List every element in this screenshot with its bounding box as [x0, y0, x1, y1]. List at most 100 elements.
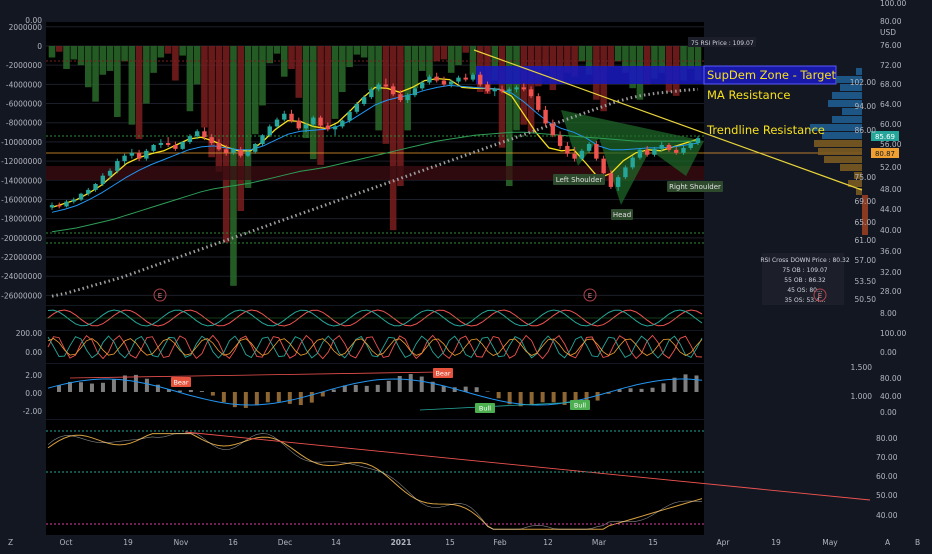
volume-axis-label: -24000000	[1, 272, 42, 281]
bottom-letter-left: Z	[8, 538, 13, 547]
head-label: Head	[613, 211, 631, 219]
volume-bar	[433, 45, 440, 62]
candle-body	[449, 81, 454, 85]
x-tick-label: 14	[331, 538, 341, 547]
volume-bar	[360, 45, 368, 58]
volume-bar	[55, 45, 63, 52]
candle-body	[536, 96, 541, 110]
candle-body	[695, 138, 701, 144]
candle-body	[274, 119, 280, 127]
candle-body	[514, 87, 519, 90]
price-axis-label: 52.00	[880, 163, 902, 172]
volume-axis-label: -2000000	[6, 61, 42, 70]
volume-bar	[397, 45, 404, 187]
candle-body	[296, 120, 301, 129]
x-tick-label: 12	[543, 538, 553, 547]
candle-body	[231, 149, 236, 153]
volume-bar	[447, 45, 455, 73]
pane3-hist-bar	[485, 391, 490, 392]
volume-axis-label: -6000000	[6, 100, 42, 109]
candle-body	[419, 82, 425, 89]
candle-body	[216, 143, 222, 150]
volume-bar	[150, 45, 157, 73]
pane3-hist-bar	[375, 384, 380, 392]
pane3-hist-bar	[243, 392, 248, 408]
pane3-hist-bar	[474, 387, 479, 392]
pane4-axis-label: 60.00	[876, 472, 898, 481]
x-tick-label: Feb	[493, 538, 507, 547]
volume-profile-bar	[840, 164, 862, 171]
candle-body	[158, 143, 164, 145]
pane3-hist-bar	[364, 385, 369, 392]
volume-bar	[230, 45, 237, 286]
chart-canvas[interactable]: SupDem Zone - Target MA Resistance Trendli…	[0, 0, 932, 550]
volume-profile-bar	[818, 148, 862, 155]
volume-bar	[687, 45, 695, 70]
candle-body	[347, 111, 352, 121]
candle-body	[64, 201, 69, 207]
candle-body	[427, 76, 432, 83]
volume-axis-label: -18000000	[1, 215, 42, 224]
candle-body	[666, 144, 672, 150]
price-axis-label: 68.00	[880, 80, 902, 89]
candle-body	[456, 77, 461, 82]
candle-body	[311, 117, 316, 125]
volume-bar	[288, 45, 295, 70]
pane4-axis-label: 70.00	[876, 453, 898, 462]
volume-bar	[346, 45, 353, 68]
pane3-right-b-label: 40.00	[880, 392, 902, 401]
volume-bar	[614, 45, 622, 62]
price-axis-label: 44.00	[880, 205, 902, 214]
pane3-hist-bar	[419, 376, 424, 392]
pane3-hist-bar	[386, 380, 391, 392]
candle-body	[623, 167, 628, 178]
trendline-label: Trendline Resistance	[706, 123, 825, 137]
candle-body	[129, 152, 135, 156]
pane3-hist-bar	[56, 385, 61, 392]
cross-box-line: RSI Cross DOWN Price : 80.32	[760, 257, 850, 264]
volume-bar	[368, 45, 375, 91]
candle-body	[601, 158, 606, 174]
pane3-right-a-label: 1.500	[851, 363, 873, 372]
candle-body	[637, 149, 643, 158]
candle-body	[202, 131, 207, 138]
candle-body	[245, 151, 251, 156]
candle-body	[115, 161, 120, 171]
cross-box-line: 75 OB : 109.07	[782, 267, 827, 274]
volume-bar	[607, 45, 615, 68]
x-tick-label: Mar	[592, 538, 607, 547]
volume-bar	[251, 45, 259, 135]
volume-bar	[273, 45, 281, 54]
candle-body	[579, 150, 585, 159]
pane3-hist-bar	[78, 382, 83, 392]
volume-bar	[99, 45, 107, 75]
volume-bar	[578, 45, 586, 62]
pane3-hist-bar	[265, 392, 270, 403]
volume-bar	[157, 45, 165, 58]
candle-body	[681, 147, 686, 153]
candle-body	[441, 80, 447, 85]
candle-body	[354, 103, 360, 112]
volume-axis-label: -12000000	[1, 157, 42, 166]
pane3-hist-bar	[111, 379, 116, 392]
pane3-hist-bar	[408, 374, 413, 392]
volume-axis-label: -26000000	[1, 291, 42, 300]
volume-bar	[310, 45, 317, 160]
price-axis-label: 36.00	[880, 247, 902, 256]
x-tick-label: 15	[648, 538, 658, 547]
volume-bar	[201, 45, 208, 128]
pane3-hist-bar	[661, 383, 666, 392]
candle-body	[369, 89, 374, 98]
volume-axis-label: -16000000	[1, 195, 42, 204]
candle-body	[267, 126, 272, 136]
pane3-hist-bar	[221, 392, 226, 403]
ma-resistance-label: MA Resistance	[707, 88, 790, 102]
ma-axis-label: 94.00	[855, 102, 877, 111]
x-tick-label: 16	[228, 538, 238, 547]
candle-body	[173, 144, 178, 149]
candle-body	[187, 136, 193, 143]
pane2-right-label: 100.00	[880, 329, 906, 338]
candle-body	[238, 149, 243, 156]
stock-chart[interactable]: SupDem Zone - Target MA Resistance Trendli…	[0, 0, 932, 550]
volume-bar	[222, 45, 230, 243]
